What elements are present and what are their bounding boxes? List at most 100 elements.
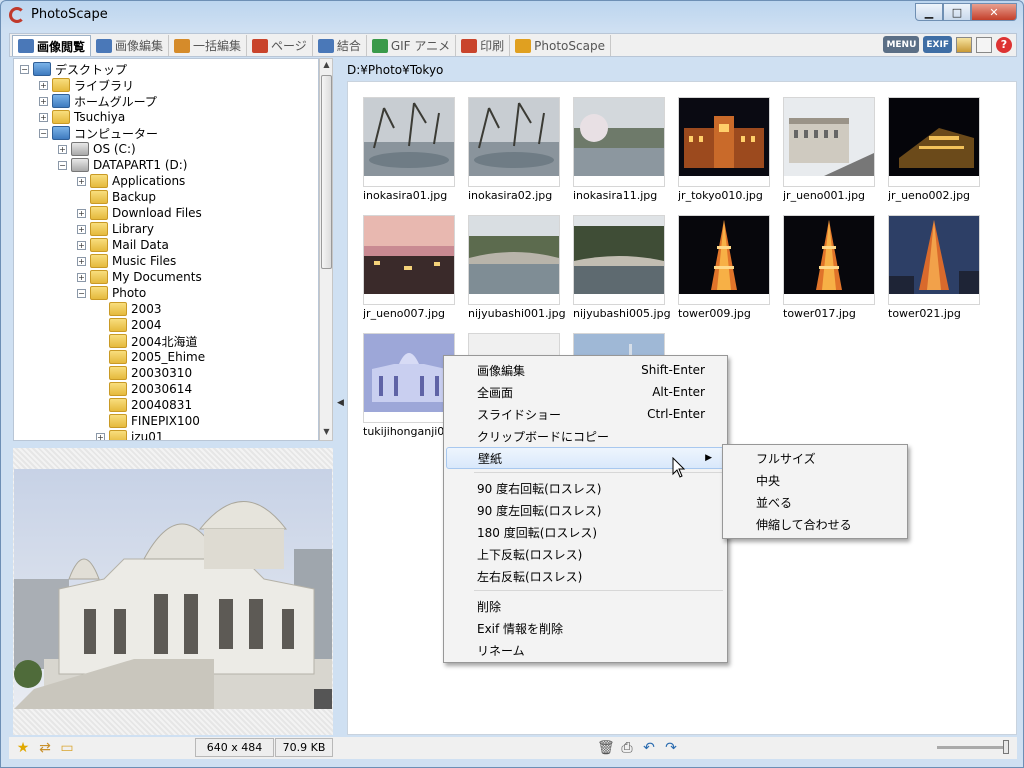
exif-button[interactable]: EXIF xyxy=(923,36,952,53)
expand-toggle-icon[interactable]: + xyxy=(58,144,67,154)
tree-node[interactable]: − DATAPART1 (D:) xyxy=(58,157,187,173)
tree-node[interactable]: FINEPIX100 xyxy=(96,413,200,429)
thumbnail-filename[interactable]: nijyubashi001.jpg xyxy=(468,307,573,320)
thumbnail[interactable] xyxy=(888,97,980,187)
tree-node[interactable]: + OS (C:) xyxy=(58,141,136,157)
close-button[interactable]: ✕ xyxy=(971,3,1017,21)
context-menu-item[interactable]: 上下反転(ロスレス) xyxy=(446,543,725,565)
context-menu-item[interactable]: スライドショー Ctrl-Enter xyxy=(446,403,725,425)
scrollbar-thumb[interactable] xyxy=(321,75,332,269)
thumbnail[interactable] xyxy=(363,97,455,187)
tree-scrollbar[interactable]: ▲ ▼ xyxy=(319,58,333,441)
context-menu-item[interactable]: 削除 xyxy=(446,595,725,617)
tree-node[interactable]: + ライブラリ xyxy=(39,77,134,93)
tree-node[interactable]: 2004 xyxy=(96,317,162,333)
thumbnail-filename[interactable]: tower017.jpg xyxy=(783,307,888,320)
tab-1[interactable]: 画像閲覧 xyxy=(12,35,92,56)
thumbnail[interactable] xyxy=(573,97,665,187)
thumbnail-filename[interactable]: inokasira02.jpg xyxy=(468,189,573,202)
tree-node[interactable]: + Applications xyxy=(77,173,185,189)
tree-node[interactable]: 2004北海道 xyxy=(96,333,198,349)
expand-toggle-icon[interactable]: + xyxy=(39,96,48,106)
tree-node[interactable]: 2003 xyxy=(96,301,162,317)
thumbnail-filename[interactable]: jr_ueno007.jpg xyxy=(363,307,468,320)
open-folder-icon[interactable]: ▭ xyxy=(59,740,75,756)
expand-toggle-icon[interactable]: + xyxy=(77,240,86,250)
thumbnail[interactable] xyxy=(783,97,875,187)
expand-toggle-icon[interactable]: + xyxy=(77,176,86,186)
thumbnail-filename[interactable]: jr_ueno001.jpg xyxy=(783,189,888,202)
tree-node[interactable]: + Music Files xyxy=(77,253,176,269)
thumbnail[interactable] xyxy=(363,215,455,305)
context-menu-item[interactable]: 180 度回転(ロスレス) xyxy=(446,521,725,543)
thumbnail[interactable] xyxy=(888,215,980,305)
tab-2[interactable]: 画像編集 xyxy=(91,35,170,56)
expand-toggle-icon[interactable]: + xyxy=(77,224,86,234)
tree-node[interactable]: − Photo xyxy=(77,285,146,301)
copy-icon[interactable] xyxy=(976,36,992,53)
thumbnail[interactable] xyxy=(468,215,560,305)
tree-node[interactable]: + izu01 xyxy=(96,429,164,440)
tree-node[interactable]: 20040831 xyxy=(96,397,192,413)
thumbnail[interactable] xyxy=(783,215,875,305)
expand-toggle-icon[interactable]: + xyxy=(77,208,86,218)
context-menu-item[interactable]: 90 度左回転(ロスレス) xyxy=(446,499,725,521)
rotate-right-icon[interactable]: ↷ xyxy=(663,740,679,756)
wallpaper-option[interactable]: 並べる xyxy=(725,491,905,513)
tree-node[interactable]: + Download Files xyxy=(77,205,202,221)
context-menu-item[interactable]: リネーム xyxy=(446,639,725,661)
tree-node[interactable]: 20030310 xyxy=(96,365,192,381)
expand-toggle-icon[interactable]: + xyxy=(77,272,86,282)
minimize-button[interactable]: ▁ xyxy=(915,3,943,21)
tab-7[interactable]: 印刷 xyxy=(456,35,511,56)
tab-8[interactable]: PhotoScape xyxy=(510,35,611,56)
tree-node[interactable]: − デスクトップ xyxy=(20,61,127,77)
tree-node[interactable]: + Library xyxy=(77,221,154,237)
zoom-slider-knob[interactable] xyxy=(1003,740,1009,754)
tree-node[interactable]: Backup xyxy=(77,189,156,205)
tree-node[interactable]: + Mail Data xyxy=(77,237,169,253)
thumbnail[interactable] xyxy=(678,215,770,305)
context-menu-item[interactable]: クリップボードにコピー xyxy=(446,425,725,447)
collapse-arrow-icon[interactable]: ◀ xyxy=(337,398,344,408)
expand-toggle-icon[interactable]: + xyxy=(96,432,105,440)
thumbnail-filename[interactable]: jr_tokyo010.jpg xyxy=(678,189,783,202)
thumbnail[interactable] xyxy=(363,333,455,423)
print-icon[interactable]: ⎙ xyxy=(619,740,635,756)
rotate-left-icon[interactable]: ↶ xyxy=(641,740,657,756)
context-menu-item[interactable]: 全画面 Alt-Enter xyxy=(446,381,725,403)
tab-6[interactable]: GIF アニメ xyxy=(367,35,457,56)
folder-tree[interactable]: − デスクトップ + ライブラリ + ホームグループ + Tsuchiya − コンピューター + O… xyxy=(13,58,319,441)
menu-button[interactable]: MENU xyxy=(883,36,920,53)
thumbnail-filename[interactable]: tower021.jpg xyxy=(888,307,993,320)
tree-node[interactable]: − コンピューター xyxy=(39,125,158,141)
tree-node[interactable]: + My Documents xyxy=(77,269,202,285)
context-menu-item[interactable]: 左右反転(ロスレス) xyxy=(446,565,725,587)
context-menu-item[interactable]: Exif 情報を削除 xyxy=(446,617,725,639)
tab-4[interactable]: ページ xyxy=(247,35,313,56)
wallpaper-option[interactable]: 伸縮して合わせる xyxy=(725,513,905,535)
tab-3[interactable]: 一括編集 xyxy=(169,35,248,56)
wallpaper-option[interactable]: フルサイズ xyxy=(725,447,905,469)
expand-toggle-icon[interactable]: − xyxy=(39,128,48,138)
thumbnail-filename[interactable]: inokasira01.jpg xyxy=(363,189,468,202)
tree-node[interactable]: + ホームグループ xyxy=(39,93,157,109)
folder-sync-icon[interactable]: ⇄ xyxy=(37,740,53,756)
expand-toggle-icon[interactable]: + xyxy=(77,256,86,266)
expand-toggle-icon[interactable]: − xyxy=(20,64,29,74)
zoom-slider[interactable] xyxy=(937,740,1009,754)
thumbnail[interactable] xyxy=(573,215,665,305)
thumbnail-filename[interactable]: jr_ueno002.jpg xyxy=(888,189,993,202)
expand-toggle-icon[interactable]: + xyxy=(39,112,48,122)
film-icon[interactable] xyxy=(956,36,972,53)
panel-splitter[interactable]: ◀ xyxy=(335,58,345,738)
scroll-down-icon[interactable]: ▼ xyxy=(321,427,332,436)
expand-toggle-icon[interactable]: + xyxy=(39,80,48,90)
tree-node[interactable]: + Tsuchiya xyxy=(39,109,125,125)
expand-toggle-icon[interactable]: − xyxy=(58,160,67,170)
tree-node[interactable]: 2005_Ehime xyxy=(96,349,205,365)
tree-node[interactable]: 20030614 xyxy=(96,381,192,397)
thumbnail-filename[interactable]: inokasira11.jpg xyxy=(573,189,678,202)
maximize-button[interactable]: □ xyxy=(943,3,971,21)
scroll-up-icon[interactable]: ▲ xyxy=(321,60,332,69)
